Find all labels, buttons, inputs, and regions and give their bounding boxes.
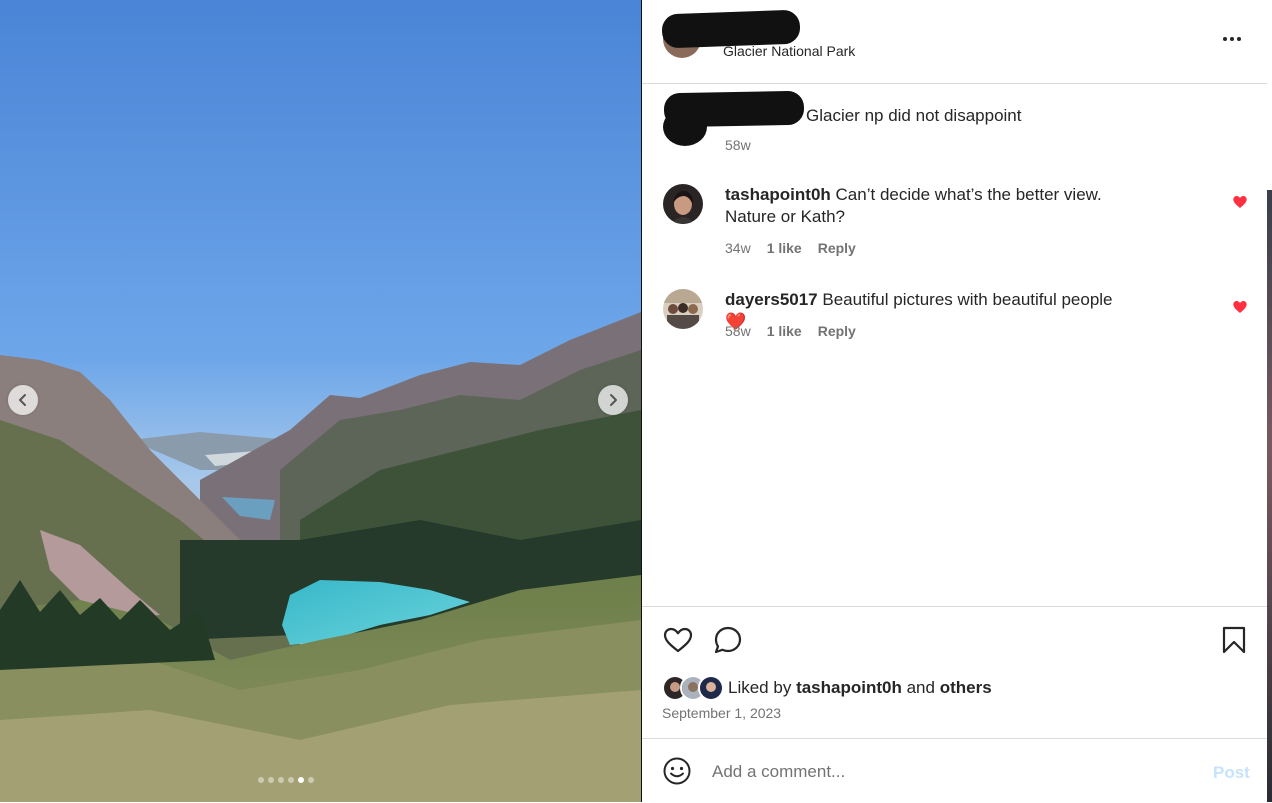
post-actions: Liked by tashapoint0h and others Septemb… [642, 606, 1267, 739]
carousel-indicator [258, 777, 314, 783]
more-dot [1237, 37, 1241, 41]
chevron-left-icon [19, 394, 26, 406]
like-heart-icon[interactable] [662, 624, 694, 656]
emoji-icon[interactable] [662, 756, 692, 786]
user-photo [663, 289, 703, 329]
comment-input[interactable] [710, 757, 1184, 787]
caption-age: 58w [725, 137, 751, 153]
post-header: Glacier National Park [642, 0, 1267, 84]
avatar[interactable] [663, 184, 703, 224]
comment-composer: Post [642, 738, 1267, 803]
carousel-dot [258, 777, 264, 783]
caption-text: Glacier np did not disappoint [806, 106, 1022, 125]
comment-like-count[interactable]: 1 like [767, 240, 802, 256]
liker-photo [700, 677, 722, 699]
more-options-button[interactable] [1220, 28, 1244, 50]
post-details-panel: Glacier National Park Glacier np did not… [642, 0, 1267, 802]
comment-body: tashapoint0h Can’t decide what’s the bet… [725, 184, 1125, 228]
comment-username[interactable]: dayers5017 [725, 290, 818, 309]
liker-avatar[interactable] [698, 675, 724, 701]
carousel-dot [298, 777, 304, 783]
likes-text: Liked by tashapoint0h and others [728, 678, 992, 698]
reply-button[interactable]: Reply [818, 323, 856, 339]
user-photo [663, 184, 703, 224]
liked-by-others[interactable]: others [940, 678, 992, 697]
heart-filled-icon[interactable] [1232, 299, 1248, 315]
background-edge [1267, 0, 1272, 802]
post-media[interactable] [0, 0, 641, 802]
likes-summary: Liked by tashapoint0h and others [662, 675, 992, 701]
post-photo [0, 0, 641, 802]
more-horizontal-icon [1223, 37, 1227, 41]
comment-username[interactable]: tashapoint0h [725, 185, 831, 204]
carousel-dot [308, 777, 314, 783]
comment-age: 58w [725, 323, 751, 339]
liked-by-label: Liked by [728, 678, 792, 697]
comment-age: 34w [725, 240, 751, 256]
post-date[interactable]: September 1, 2023 [662, 705, 781, 721]
chevron-right-icon [610, 394, 617, 406]
next-image-button[interactable] [598, 385, 628, 415]
post-button[interactable]: Post [1213, 763, 1250, 783]
heart-filled-icon[interactable] [1232, 194, 1248, 210]
likes-joiner: and [906, 678, 935, 697]
reply-button[interactable]: Reply [818, 240, 856, 256]
previous-image-button[interactable] [8, 385, 38, 415]
redacted-caption-avatar [663, 108, 707, 146]
carousel-dot [268, 777, 274, 783]
comment-bubble-icon[interactable] [712, 624, 744, 656]
more-dot [1230, 37, 1234, 41]
liked-by-user[interactable]: tashapoint0h [796, 678, 902, 697]
bookmark-icon[interactable] [1218, 624, 1250, 656]
post-location[interactable]: Glacier National Park [723, 43, 855, 59]
carousel-dot [288, 777, 294, 783]
comment-like-count[interactable]: 1 like [767, 323, 802, 339]
carousel-dot [278, 777, 284, 783]
comment-meta: 34w 1 like Reply [725, 240, 856, 256]
comment-meta: 58w 1 like Reply [725, 323, 856, 339]
avatar[interactable] [663, 289, 703, 329]
